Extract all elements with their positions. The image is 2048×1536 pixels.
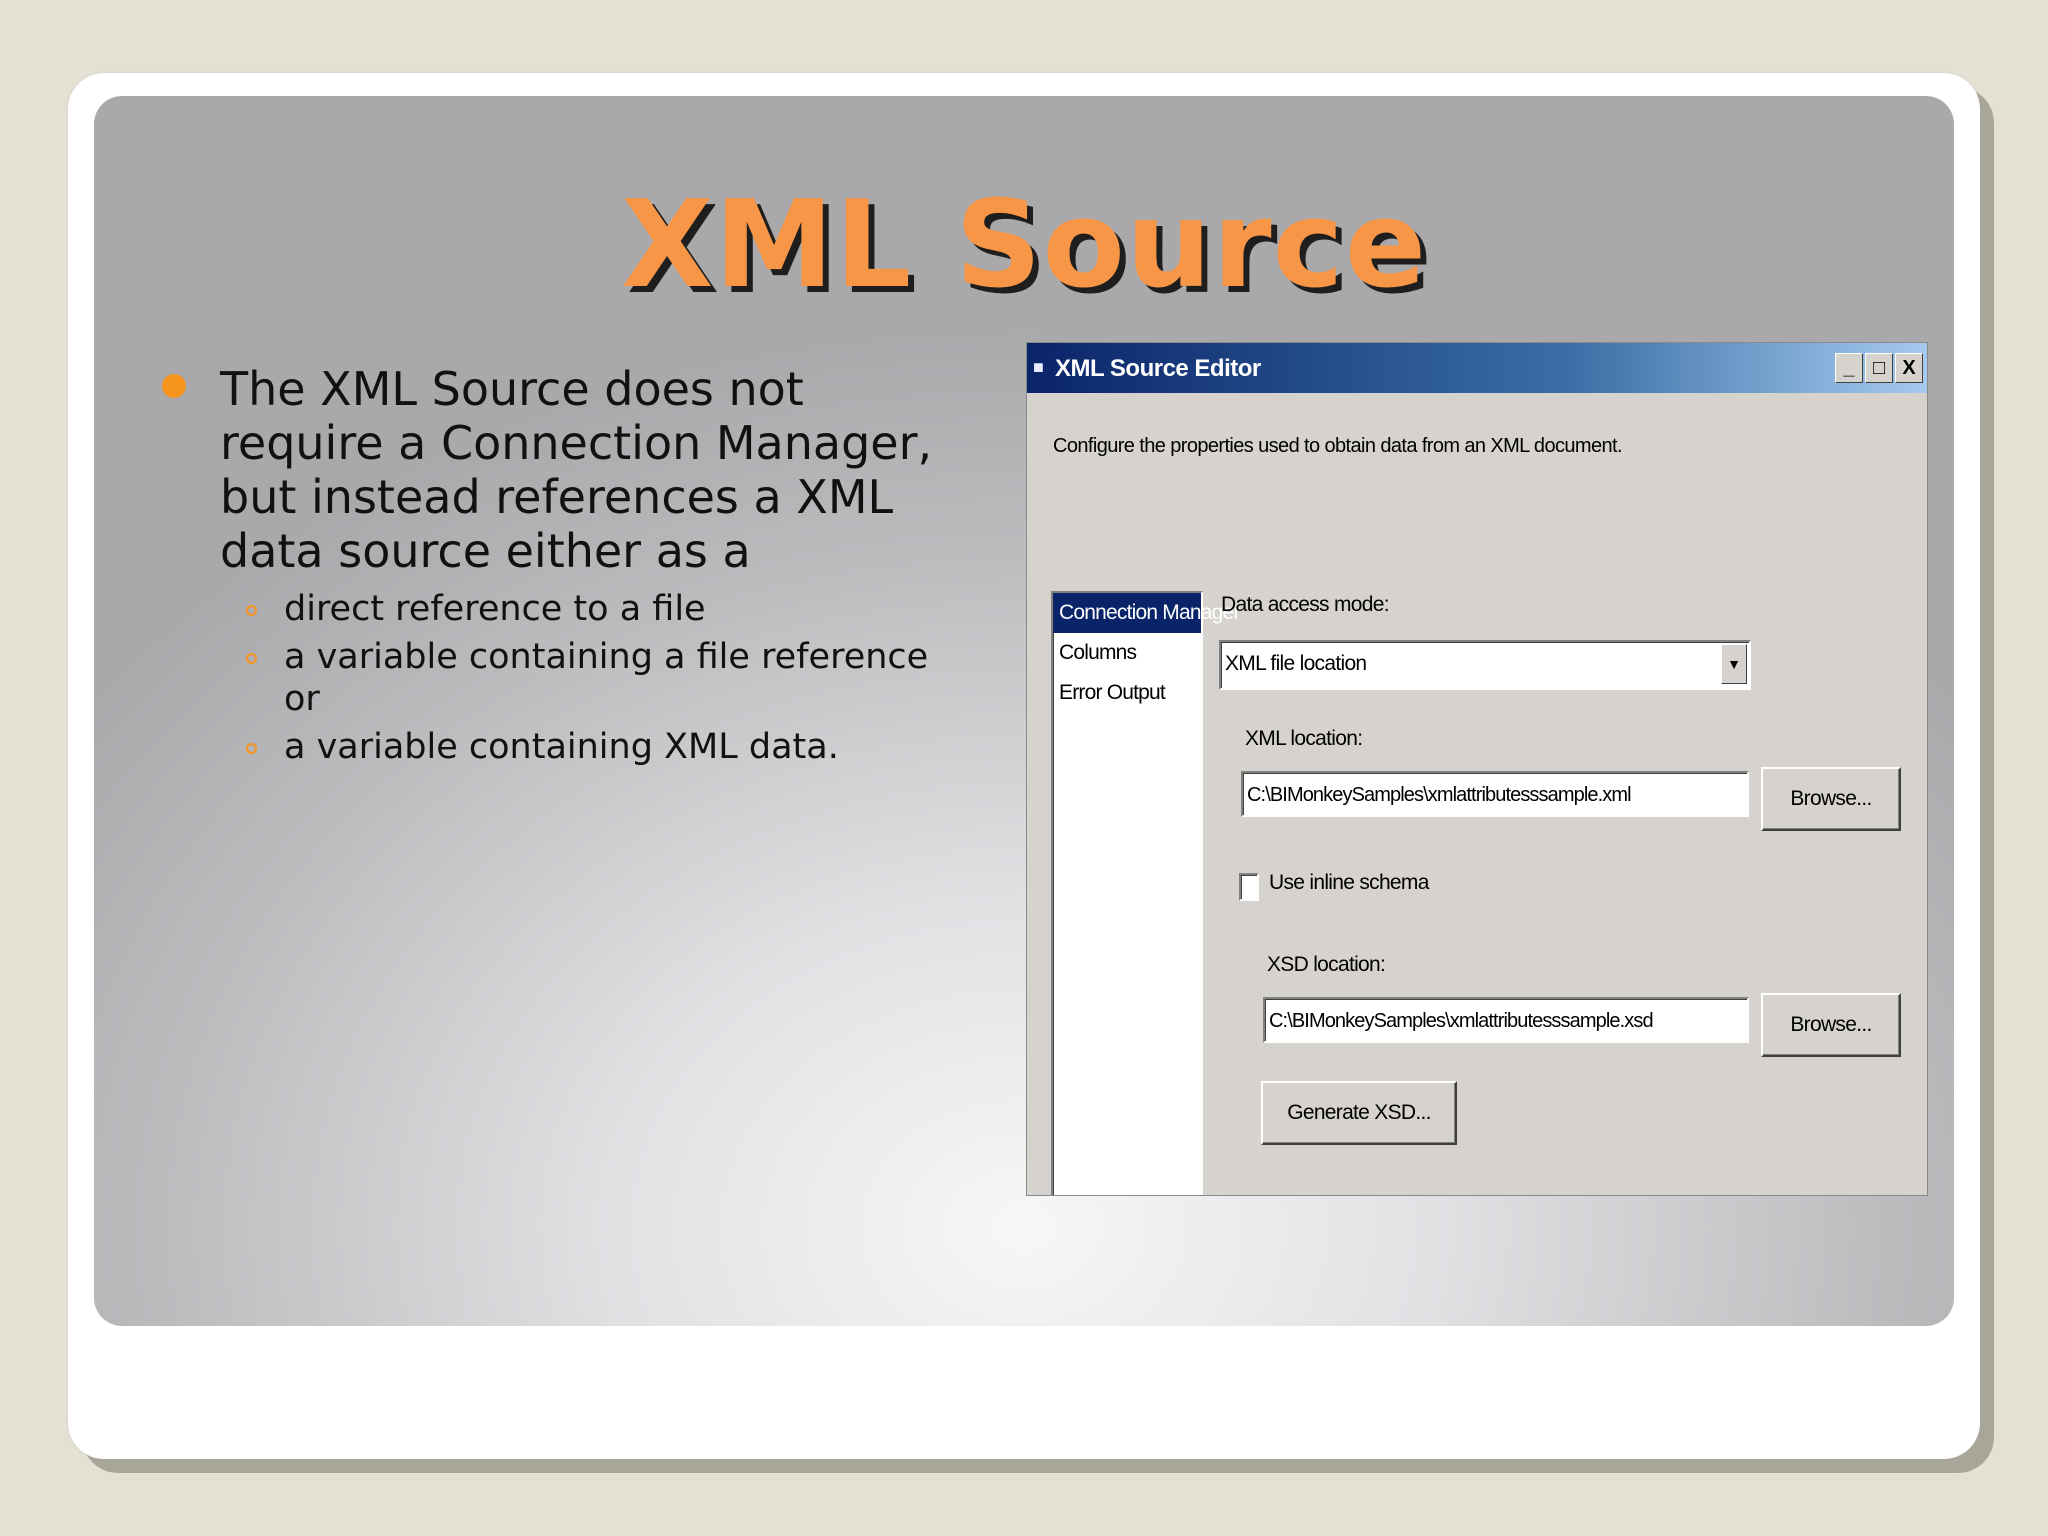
window-controls: _ □ X [1835, 353, 1923, 383]
close-button[interactable]: X [1895, 353, 1923, 383]
browse-xsd-button[interactable]: Browse... [1761, 993, 1901, 1057]
minimize-button[interactable]: _ [1835, 353, 1863, 383]
sub-bullet-text: a variable containing a file reference o… [284, 637, 929, 719]
dialog-titlebar[interactable]: ■ XML Source Editor _ □ X [1027, 343, 1927, 393]
bullet-main-text: The XML Source does not require a Connec… [220, 362, 933, 578]
data-access-mode-label: Data access mode: [1221, 593, 1390, 616]
bullet-dot-icon [162, 374, 186, 398]
sub-bullet: direct reference to a file [220, 588, 960, 630]
sub-bullet-text: a variable containing XML data. [284, 727, 839, 767]
nav-item-columns[interactable]: Columns [1053, 633, 1201, 673]
dropdown-arrow-icon[interactable]: ▼ [1721, 644, 1747, 684]
sub-bullet: a variable containing a file reference o… [220, 636, 960, 720]
dialog-description: Configure the properties used to obtain … [1053, 435, 1623, 457]
bullet-list: The XML Source does not require a Connec… [160, 362, 960, 774]
maximize-button[interactable]: □ [1865, 353, 1893, 383]
generate-xsd-button[interactable]: Generate XSD... [1261, 1081, 1457, 1145]
nav-item-connection-manager[interactable]: Connection Manager [1053, 593, 1240, 633]
use-inline-schema-checkbox[interactable] [1239, 873, 1259, 901]
data-access-mode-select[interactable]: XML file location ▼ [1219, 640, 1751, 690]
xsd-location-input[interactable]: C:\BIMonkeySamples\xmlattributesssample.… [1263, 997, 1749, 1043]
ring-bullet-icon [246, 653, 257, 664]
use-inline-schema-label: Use inline schema [1269, 871, 1429, 894]
slide-title: XML Source [620, 176, 1428, 315]
dialog-title: XML Source Editor [1055, 355, 1261, 382]
data-access-mode-value: XML file location [1225, 652, 1367, 675]
sub-bullet: a variable containing XML data. [220, 726, 960, 768]
window-app-icon: ■ [1033, 357, 1044, 377]
xml-location-input[interactable]: C:\BIMonkeySamples\xmlattributesssample.… [1241, 771, 1749, 817]
xml-location-label: XML location: [1245, 727, 1363, 750]
editor-nav-list: Connection Manager Columns Error Output [1051, 591, 1240, 1195]
bullet-main: The XML Source does not require a Connec… [160, 362, 960, 768]
xml-source-editor-dialog: ■ XML Source Editor _ □ X Configure the … [1026, 342, 1928, 1196]
nav-item-error-output[interactable]: Error Output [1053, 673, 1201, 713]
sub-bullet-list: direct reference to a file a variable co… [220, 588, 960, 768]
ring-bullet-icon [246, 743, 257, 754]
xsd-location-label: XSD location: [1267, 953, 1386, 976]
sub-bullet-text: direct reference to a file [284, 589, 706, 629]
ring-bullet-icon [246, 605, 257, 616]
browse-xml-button[interactable]: Browse... [1761, 767, 1901, 831]
